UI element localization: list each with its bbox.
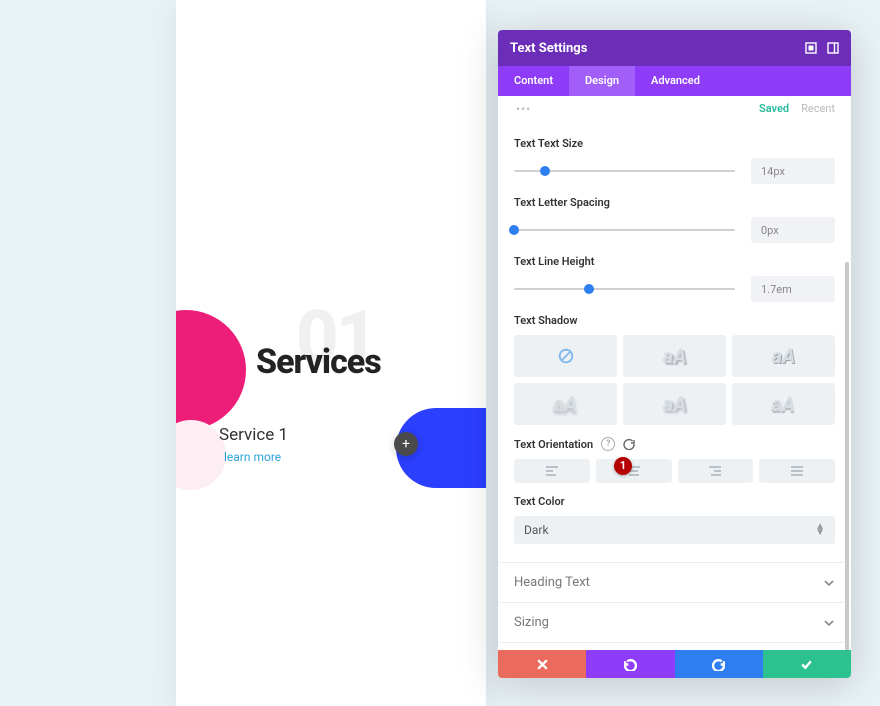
label-text-orientation: Text Orientation: [514, 438, 593, 451]
text-size-thumb[interactable]: [540, 166, 550, 176]
accordion-heading-text[interactable]: Heading Text: [498, 563, 851, 603]
accordion-spacing[interactable]: Spacing: [498, 643, 851, 650]
add-module-button[interactable]: +: [394, 432, 418, 456]
label-text-size: Text Text Size: [514, 137, 835, 150]
text-shadow-grid: aA aA aA aA aA: [514, 335, 835, 425]
redo-button[interactable]: [675, 650, 763, 678]
line-height-slider[interactable]: [514, 288, 735, 290]
chevron-down-icon: [823, 617, 835, 629]
service-title: Service 1: [219, 425, 288, 445]
text-size-value[interactable]: 14px: [751, 158, 835, 184]
shadow-opt-3[interactable]: aA: [514, 383, 617, 425]
tab-content[interactable]: Content: [498, 66, 569, 96]
align-justify-icon: [790, 465, 804, 477]
page-canvas: 01 Services Service 1 learn more +: [176, 0, 486, 706]
accordion-sizing[interactable]: Sizing: [498, 603, 851, 643]
accordion-sizing-label: Sizing: [514, 615, 549, 630]
section-heading: Services: [256, 342, 381, 382]
panel-header: Text Settings: [498, 30, 851, 66]
tab-design[interactable]: Design: [569, 66, 635, 96]
redo-icon: [712, 658, 725, 671]
panel-body: ••• Saved Recent Text Text Size 14px Tex…: [498, 96, 851, 650]
label-text-orientation-row: Text Orientation ?: [514, 437, 835, 451]
text-size-slider[interactable]: [514, 170, 735, 172]
chevron-down-icon: [823, 577, 835, 589]
label-text-color: Text Color: [514, 495, 835, 508]
align-left-icon: [545, 465, 559, 477]
shadow-opt-2[interactable]: aA: [732, 335, 835, 377]
align-right-button[interactable]: [678, 459, 754, 483]
shadow-opt-5[interactable]: aA: [732, 383, 835, 425]
shadow-none[interactable]: [514, 335, 617, 377]
help-icon[interactable]: ?: [601, 437, 615, 451]
letter-spacing-slider[interactable]: [514, 229, 735, 231]
cancel-button[interactable]: [498, 650, 586, 678]
learn-more-link[interactable]: learn more: [224, 450, 281, 464]
align-center-button[interactable]: [596, 459, 672, 483]
accordion-heading-text-label: Heading Text: [514, 575, 590, 590]
panel-tabs: Content Design Advanced: [498, 66, 851, 96]
letter-spacing-value[interactable]: 0px: [751, 217, 835, 243]
line-height-value[interactable]: 1.7em: [751, 276, 835, 302]
decor-pink-circle: [176, 310, 246, 430]
orientation-row: 1: [514, 459, 835, 483]
label-text-shadow: Text Shadow: [514, 314, 835, 327]
shadow-opt-1[interactable]: aA: [623, 335, 726, 377]
reset-icon[interactable]: [623, 438, 635, 450]
align-right-icon: [708, 465, 722, 477]
text-color-select[interactable]: Dark ▲▼: [514, 516, 835, 544]
undo-icon: [624, 658, 637, 671]
accordion: Heading Text Sizing Spacing: [498, 562, 851, 650]
dock-icon[interactable]: [827, 42, 839, 54]
save-button[interactable]: [763, 650, 851, 678]
line-height-thumb[interactable]: [584, 284, 594, 294]
text-color-value: Dark: [524, 523, 549, 537]
panel-footer: [498, 650, 851, 678]
tab-recent[interactable]: Recent: [801, 102, 835, 115]
check-icon: [800, 658, 813, 671]
align-left-button[interactable]: [514, 459, 590, 483]
align-justify-button[interactable]: [759, 459, 835, 483]
none-icon: [557, 347, 575, 365]
tab-saved[interactable]: Saved: [759, 102, 789, 115]
more-dots-icon[interactable]: •••: [516, 102, 531, 116]
close-icon: [536, 658, 549, 671]
select-arrows-icon: ▲▼: [815, 524, 825, 536]
undo-button[interactable]: [586, 650, 674, 678]
letter-spacing-thumb[interactable]: [509, 225, 519, 235]
scrollbar[interactable]: [845, 262, 849, 650]
expand-icon[interactable]: [805, 42, 817, 54]
panel-title: Text Settings: [510, 41, 805, 56]
tab-advanced[interactable]: Advanced: [635, 66, 716, 96]
saved-recent-row: ••• Saved Recent: [514, 96, 835, 125]
label-line-height: Text Line Height: [514, 255, 835, 268]
label-letter-spacing: Text Letter Spacing: [514, 196, 835, 209]
shadow-opt-4[interactable]: aA: [623, 383, 726, 425]
annotation-badge-1: 1: [614, 457, 632, 475]
settings-panel: Text Settings Content Design Advanced ••…: [498, 30, 851, 678]
